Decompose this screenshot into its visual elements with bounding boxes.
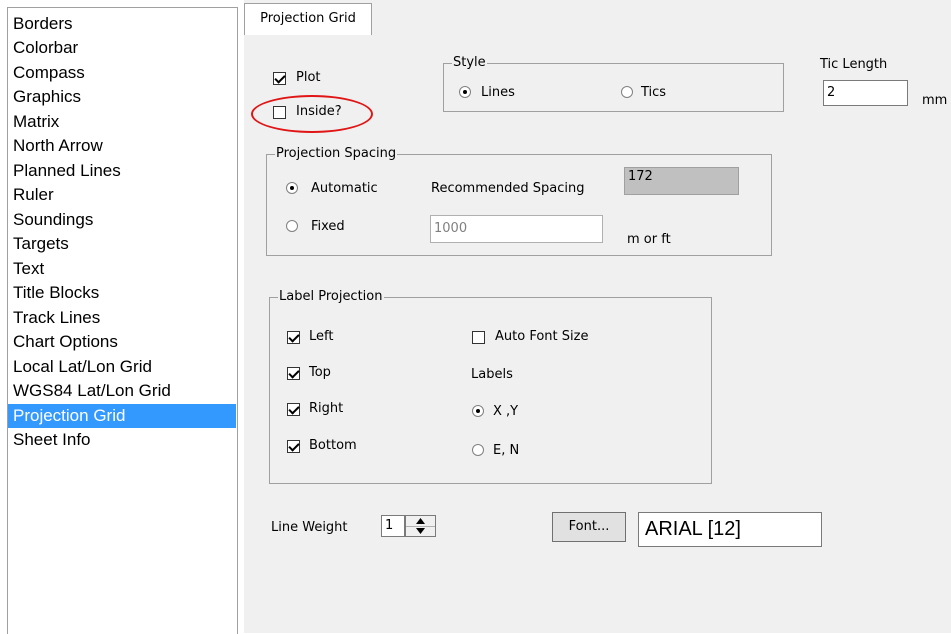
font-button[interactable]: Font... xyxy=(552,512,626,542)
list-item-targets[interactable]: Targets xyxy=(13,232,69,256)
label-bottom-checkbox[interactable] xyxy=(287,440,300,453)
labels-en-radio[interactable] xyxy=(472,444,484,456)
list-item-text[interactable]: Text xyxy=(13,257,44,281)
plot-label: Plot xyxy=(296,70,321,85)
annotation-circle xyxy=(251,95,373,133)
list-item-borders[interactable]: Borders xyxy=(13,12,73,36)
labels-xy-radio[interactable] xyxy=(472,405,484,417)
category-list[interactable]: Borders Colorbar Compass Graphics Matrix… xyxy=(7,7,238,634)
fixed-spacing-input[interactable]: 1000 xyxy=(430,215,603,243)
tic-length-label: Tic Length xyxy=(820,57,888,72)
list-item-colorbar[interactable]: Colorbar xyxy=(13,36,78,60)
label-bottom-label: Bottom xyxy=(309,438,357,453)
recommended-spacing-label: Recommended Spacing xyxy=(431,181,585,196)
spacing-automatic-label: Automatic xyxy=(311,181,378,196)
spin-down-button[interactable] xyxy=(406,526,435,536)
recommended-spacing-value: 172 xyxy=(624,167,739,195)
spacing-automatic-radio[interactable] xyxy=(286,182,298,194)
list-item-chart-options[interactable]: Chart Options xyxy=(13,330,118,354)
list-item-wgs84-latlon-grid[interactable]: WGS84 Lat/Lon Grid xyxy=(13,379,171,403)
labels-xy-label: X ,Y xyxy=(493,404,519,419)
style-lines-radio[interactable] xyxy=(459,86,471,98)
labels-heading: Labels xyxy=(471,367,513,382)
auto-font-size-checkbox[interactable] xyxy=(472,331,485,344)
label-left-label: Left xyxy=(309,329,334,344)
spacing-fixed-label: Fixed xyxy=(311,219,345,234)
label-top-checkbox[interactable] xyxy=(287,367,300,380)
style-tics-radio[interactable] xyxy=(621,86,633,98)
list-item-ruler[interactable]: Ruler xyxy=(13,183,54,207)
arrow-down-icon xyxy=(416,528,425,534)
list-item-compass[interactable]: Compass xyxy=(13,61,85,85)
style-lines-label: Lines xyxy=(481,85,515,100)
spacing-fixed-radio[interactable] xyxy=(286,220,298,232)
labels-en-label: E, N xyxy=(493,443,520,458)
style-tics-label: Tics xyxy=(641,85,667,100)
label-left-checkbox[interactable] xyxy=(287,331,300,344)
auto-font-size-label: Auto Font Size xyxy=(495,329,589,344)
list-item-track-lines[interactable]: Track Lines xyxy=(13,306,100,330)
list-item-north-arrow[interactable]: North Arrow xyxy=(13,134,103,158)
plot-checkbox[interactable] xyxy=(273,72,286,85)
label-right-label: Right xyxy=(309,401,344,416)
line-weight-spinner[interactable] xyxy=(405,515,436,537)
list-item-projection-grid[interactable]: Projection Grid xyxy=(8,404,236,428)
font-display: ARIAL [12] xyxy=(638,512,822,547)
projection-spacing-title: Projection Spacing xyxy=(275,145,398,163)
list-item-soundings[interactable]: Soundings xyxy=(13,208,93,232)
tab-projection-grid[interactable]: Projection Grid xyxy=(244,3,372,35)
label-projection-group: Label Projection xyxy=(269,288,712,484)
list-item-graphics[interactable]: Graphics xyxy=(13,85,81,109)
style-group-title: Style xyxy=(452,54,487,72)
spacing-unit: m or ft xyxy=(627,232,671,247)
tic-length-input[interactable]: 2 xyxy=(823,80,908,106)
arrow-up-icon xyxy=(416,518,425,524)
list-item-sheet-info[interactable]: Sheet Info xyxy=(13,428,91,452)
list-item-local-latlon-grid[interactable]: Local Lat/Lon Grid xyxy=(13,355,152,379)
list-item-title-blocks[interactable]: Title Blocks xyxy=(13,281,99,305)
label-top-label: Top xyxy=(309,365,331,380)
list-item-matrix[interactable]: Matrix xyxy=(13,110,59,134)
list-item-planned-lines[interactable]: Planned Lines xyxy=(13,159,121,183)
line-weight-input[interactable]: 1 xyxy=(381,515,405,537)
line-weight-label: Line Weight xyxy=(271,520,348,535)
tic-length-unit: mm xyxy=(922,93,948,108)
label-projection-title: Label Projection xyxy=(278,288,384,306)
label-right-checkbox[interactable] xyxy=(287,403,300,416)
